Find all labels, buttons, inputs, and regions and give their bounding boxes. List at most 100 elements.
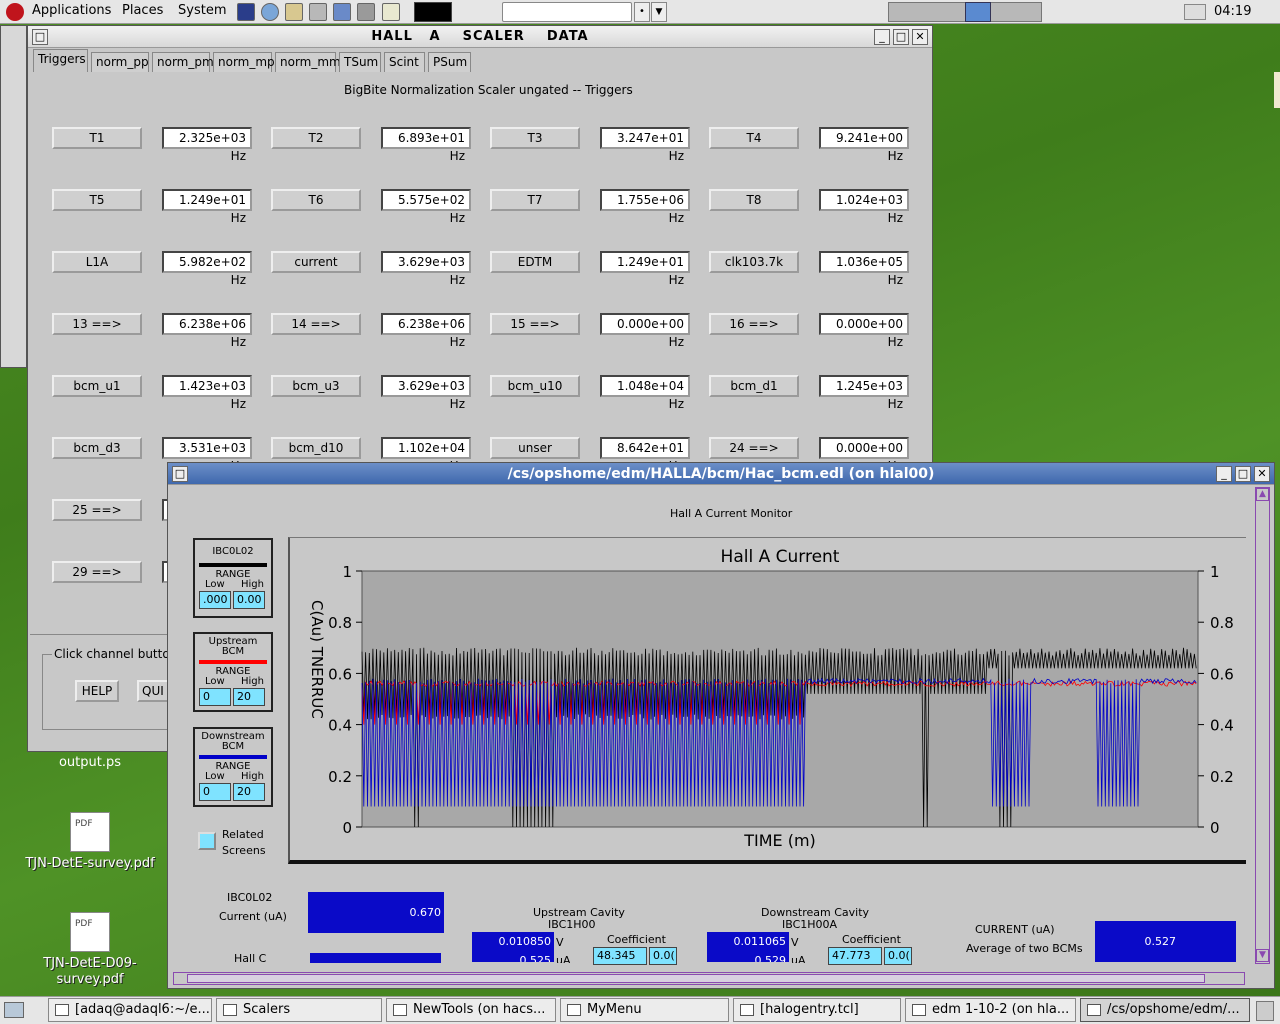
channel-button[interactable]: 29 ==> [52,561,142,583]
channel-button[interactable]: T7 [490,189,580,211]
close-button[interactable]: ✕ [1254,466,1270,482]
menu-applications[interactable]: Applications [32,3,111,18]
related-label: Related [222,828,264,841]
taskbar-item[interactable]: [halogentry.tcl] [733,998,901,1022]
notes-launcher-icon[interactable] [382,3,400,21]
range-low-input[interactable]: 0 [199,783,231,801]
menu-places[interactable]: Places [122,3,163,18]
browser-launcher-icon[interactable] [261,3,279,21]
related-screens-button[interactable] [198,832,216,850]
channel-button[interactable]: T2 [271,127,361,149]
down-volts-bar: 0.011065 [707,932,789,952]
up-coeff-input[interactable]: 48.345 [593,947,647,965]
range-low-input[interactable]: .000 [199,591,231,609]
hallc-bar [310,953,441,963]
taskbar-item[interactable]: edm 1-10-2 (on hla... [905,998,1076,1022]
scroll-thumb[interactable] [187,974,1205,983]
tab-tsum[interactable]: TSum [339,52,381,72]
range-low-input[interactable]: 0 [199,688,231,706]
search-input[interactable] [502,2,632,22]
editor-launcher-icon[interactable] [285,3,303,21]
pdf-file-icon: PDF [70,912,110,952]
down-coeff2-input[interactable]: 0.0( [884,947,912,965]
taskbar-item[interactable]: [adaq@adaql6:~/e... [48,998,212,1022]
scaler-titlebar[interactable]: □ HALL A SCALER DATA _ □ ✕ [28,26,932,48]
desktop-icon-output[interactable]: output.ps [40,755,140,770]
scroll-up-icon[interactable]: ▲ [1256,488,1269,501]
search-options-button[interactable]: • [634,2,650,22]
close-button[interactable]: ✕ [912,29,928,45]
up-coeff2-input[interactable]: 0.0( [649,947,677,965]
monitor-launcher-icon[interactable] [333,3,351,21]
scroll-down-icon[interactable]: ▼ [1256,949,1269,962]
minimize-button[interactable]: _ [1216,466,1232,482]
window-icon [223,1004,237,1016]
channel-button[interactable]: 16 ==> [709,313,799,335]
channel-button[interactable]: bcm_u1 [52,375,142,397]
minimize-button[interactable]: _ [874,29,890,45]
channel-button[interactable]: T8 [709,189,799,211]
down-ua-unit: uA [791,954,806,963]
desktop-icon-pdf2[interactable]: PDF TJN-DetE-D09-survey.pdf [20,912,160,988]
channel-button[interactable]: 25 ==> [52,499,142,521]
channel-button[interactable]: bcm_d3 [52,437,142,459]
tab-norm-pm[interactable]: norm_pm [152,52,214,72]
taskbar-item[interactable]: MyMenu [560,998,729,1022]
channel-button[interactable]: bcm_u10 [490,375,580,397]
tab-scint[interactable]: Scint [384,52,425,72]
tab-norm-mm[interactable]: norm_mm [275,52,341,72]
channel-button[interactable]: L1A [52,251,142,273]
taskbar-item[interactable]: NewTools (on hacs... [386,998,556,1022]
down-coeff-input[interactable]: 47.773 [828,947,882,965]
vertical-scrollbar[interactable] [1255,487,1270,964]
desktop-icon-pdf1[interactable]: PDF TJN-DetE-survey.pdf [20,812,160,871]
help-button[interactable]: HELP [75,680,119,702]
range-high-input[interactable]: 20 [233,688,265,706]
foot-menu-icon[interactable] [6,3,24,21]
range-high-input[interactable]: 20 [233,783,265,801]
channel-button[interactable]: clk103.7k [709,251,799,273]
channel-button[interactable]: 24 ==> [709,437,799,459]
search-dropdown-icon[interactable]: ▼ [651,2,667,22]
channel-button[interactable]: bcm_u3 [271,375,361,397]
taskbar-item[interactable]: Scalers [216,998,382,1022]
tab-norm-mp[interactable]: norm_mp [213,52,275,72]
channel-button[interactable]: 15 ==> [490,313,580,335]
channel-rate-value: 0.000e+00 Hz [600,313,690,349]
tab-psum[interactable]: PSum [428,52,471,72]
channel-button[interactable]: T3 [490,127,580,149]
desktop-icon-untitled[interactable]: untit [1246,72,1280,108]
scaler-heading: BigBite Normalization Scaler ungated -- … [344,83,633,97]
taskbar-item[interactable]: /cs/opshome/edm/... [1080,998,1250,1022]
channel-button[interactable]: 13 ==> [52,313,142,335]
channel-button[interactable]: T5 [52,189,142,211]
tools-launcher-icon[interactable] [309,3,327,21]
maximize-button[interactable]: □ [1235,466,1251,482]
channel-button[interactable]: 14 ==> [271,313,361,335]
terminal-launcher-icon[interactable] [237,3,255,21]
channel-button[interactable]: current [271,251,361,273]
channel-rate-value: 1.024e+03 Hz [819,189,909,225]
channel-button[interactable]: bcm_d10 [271,437,361,459]
network-launcher-icon[interactable] [357,3,375,21]
channel-button[interactable]: T4 [709,127,799,149]
tab-norm-pp[interactable]: norm_pp [91,52,149,72]
show-desktop-icon[interactable] [4,1002,24,1018]
bcm-titlebar[interactable]: □ /cs/opshome/edm/HALLA/bcm/Hac_bcm.edl … [168,463,1274,485]
system-monitor-icon[interactable] [414,2,452,22]
background-window[interactable] [0,25,27,368]
channel-button[interactable]: EDTM [490,251,580,273]
channel-button[interactable]: unser [490,437,580,459]
maximize-button[interactable]: □ [893,29,909,45]
channel-button[interactable]: bcm_d1 [709,375,799,397]
channel-button[interactable]: T6 [271,189,361,211]
ibc-label: IBC0L02 [227,891,273,904]
channel-button[interactable]: T1 [52,127,142,149]
tab-triggers[interactable]: Triggers [33,49,88,72]
channel-rate-value: 3.531e+03 Hz [162,437,252,473]
workspace-active[interactable] [965,2,991,22]
range-high-input[interactable]: 0.00 [233,591,265,609]
clock[interactable]: 04:19 [1214,4,1251,19]
menu-system[interactable]: System [178,3,226,18]
trash-icon[interactable] [1256,1001,1274,1021]
